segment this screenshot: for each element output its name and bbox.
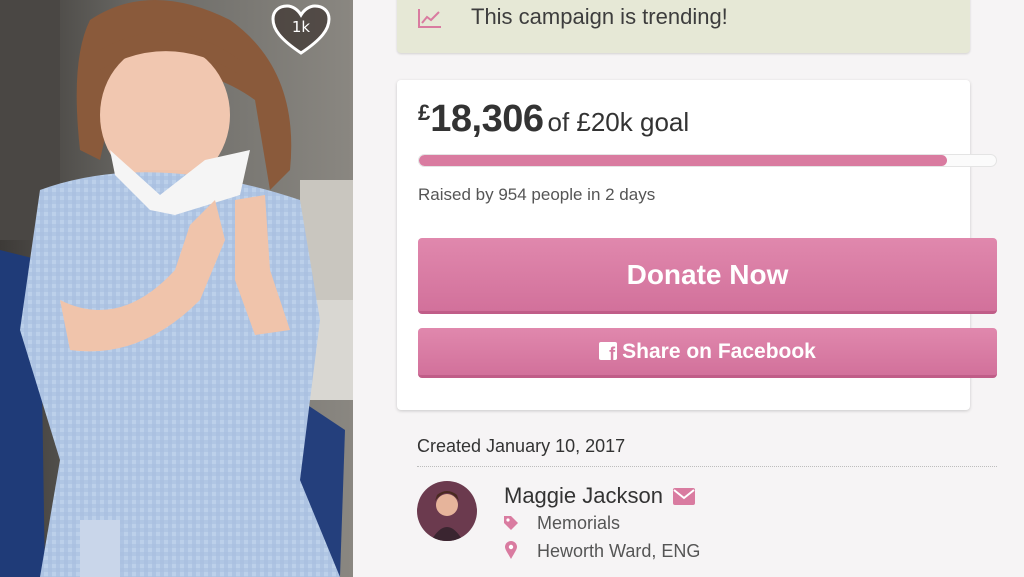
donate-label: Donate Now	[626, 259, 789, 290]
share-facebook-button[interactable]: f Share on Facebook	[418, 328, 997, 378]
facebook-icon: f	[599, 342, 618, 360]
map-pin-icon	[505, 541, 517, 559]
donate-now-button[interactable]: Donate Now	[418, 238, 997, 314]
amount-raised: £18,306 of £20k goal	[418, 98, 689, 141]
campaign-sidebar: This campaign is trending! £18,306 of £20…	[353, 0, 1024, 577]
photo-illustration	[0, 0, 353, 577]
trending-banner: This campaign is trending!	[397, 0, 970, 53]
location-text: Heworth Ward, ENG	[537, 541, 701, 561]
trending-text: This campaign is trending!	[471, 4, 728, 29]
goal-text: of £20k goal	[547, 107, 690, 137]
campaign-photo[interactable]: 1k	[0, 0, 353, 577]
like-count: 1k	[291, 18, 311, 36]
tag-icon	[504, 516, 518, 530]
raised-amount: 18,306	[430, 98, 544, 140]
share-label: Share on Facebook	[622, 340, 816, 363]
mail-icon[interactable]	[673, 488, 695, 505]
donation-card: £18,306 of £20k goal Raised by 954 people…	[397, 80, 997, 410]
like-heart-button[interactable]: 1k	[270, 3, 332, 57]
avatar-image	[417, 481, 477, 541]
currency-symbol: £	[418, 100, 431, 125]
raised-by-text: Raised by 954 people in 2 days	[418, 185, 656, 204]
progress-bar	[418, 154, 997, 167]
owner-name[interactable]: Maggie Jackson	[504, 483, 663, 509]
category-link[interactable]: Memorials	[537, 513, 620, 534]
progress-fill	[419, 155, 947, 166]
created-date: Created January 10, 2017	[417, 436, 626, 456]
trend-chart-icon	[418, 9, 441, 28]
divider	[417, 466, 997, 467]
avatar[interactable]	[417, 481, 477, 541]
